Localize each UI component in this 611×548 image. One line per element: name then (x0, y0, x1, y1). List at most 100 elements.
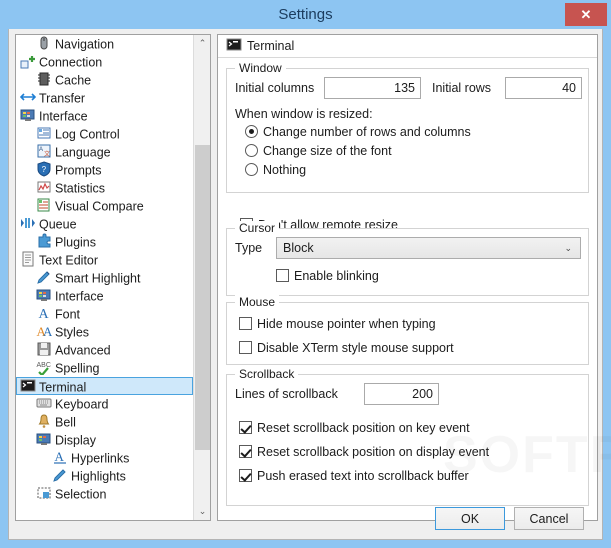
checkbox-indicator[interactable] (239, 445, 252, 458)
radio-change-rows-columns[interactable]: Change number of rows and columns (245, 125, 471, 139)
sidebar-item-log-control[interactable]: Log Control (16, 125, 194, 143)
checkbox-reset-on-key-event[interactable]: Reset scrollback position on key event (239, 421, 470, 435)
checkbox-indicator[interactable] (239, 341, 252, 354)
panel-header-label: Terminal (247, 39, 295, 53)
chevron-down-icon[interactable]: ⌄ (564, 238, 572, 258)
sidebar-item-visual-compare[interactable]: Visual Compare (16, 197, 194, 215)
sidebar-item-spelling[interactable]: ABC Spelling (16, 359, 194, 377)
checkbox-indicator[interactable] (239, 317, 252, 330)
window-group-title: Window (235, 61, 286, 75)
sidebar-item-label: Selection (55, 487, 107, 502)
sidebar-item-cache[interactable]: Cache (16, 71, 194, 89)
checkbox-label: Disable XTerm style mouse support (257, 341, 454, 355)
sidebar-item-label: Spelling (55, 361, 100, 376)
close-icon[interactable]: ✕ (565, 3, 607, 26)
checkbox-hide-pointer-typing[interactable]: Hide mouse pointer when typing (239, 317, 436, 331)
checkbox-label: Hide mouse pointer when typing (257, 317, 436, 331)
sidebar-item-terminal[interactable]: Terminal (16, 377, 193, 395)
svg-text:A: A (43, 324, 52, 339)
dialog-body: Navigation Connection Cache Transfer Interfa… (8, 29, 603, 540)
radio-indicator[interactable] (245, 144, 258, 157)
sidebar-item-connection[interactable]: Connection (16, 53, 194, 71)
scrollbar-thumb[interactable] (195, 145, 210, 450)
sidebar-item-plugins[interactable]: Plugins (16, 233, 194, 251)
radio-indicator[interactable] (245, 163, 258, 176)
title-bar: Settings ✕ (0, 0, 611, 29)
interface-icon (20, 107, 36, 123)
radio-label: Change size of the font (263, 144, 392, 158)
checkbox-push-erased-text[interactable]: Push erased text into scrollback buffer (239, 469, 469, 483)
initial-rows-input[interactable] (505, 77, 582, 99)
sidebar-item-label: Smart Highlight (55, 271, 141, 286)
checkbox-reset-on-display-event[interactable]: Reset scrollback position on display eve… (239, 445, 489, 459)
sidebar-item-advanced[interactable]: Advanced (16, 341, 194, 359)
sidebar-item-navigation[interactable]: Navigation (16, 35, 194, 53)
sidebar-item-bell[interactable]: Bell (16, 413, 194, 431)
display-icon (36, 431, 52, 447)
prompts-icon: ? (36, 161, 52, 177)
cursor-groupbox: Cursor Type Block ⌄ Enable blinking (226, 221, 589, 296)
tree-scrollbar[interactable]: ⌃ ⌄ (193, 35, 210, 520)
settings-dialog-window: Settings ✕ Navigation Connection Cache Tran… (0, 0, 611, 548)
sidebar-item-label: Cache (55, 73, 92, 88)
tree-list: Navigation Connection Cache Transfer Interfa… (16, 35, 194, 520)
cancel-button[interactable]: Cancel (514, 507, 584, 530)
radio-change-font-size[interactable]: Change size of the font (245, 144, 392, 158)
sidebar-item-transfer[interactable]: Transfer (16, 89, 194, 107)
selection-icon (36, 485, 52, 501)
sidebar-item-label: Language (55, 145, 111, 160)
checkbox-enable-blinking[interactable]: Enable blinking (276, 269, 379, 283)
sidebar-item-display[interactable]: Display (16, 431, 194, 449)
queue-icon (20, 215, 36, 231)
cursor-type-label: Type (235, 241, 263, 255)
lines-of-scrollback-input[interactable] (364, 383, 439, 405)
sidebar-item-label: Prompts (55, 163, 102, 178)
sidebar-item-interface[interactable]: Interface (16, 287, 194, 305)
ok-button[interactable]: OK (435, 507, 505, 530)
svg-text:文: 文 (44, 150, 50, 158)
radio-indicator[interactable] (245, 125, 258, 138)
highlights-icon (52, 467, 68, 483)
sidebar-item-smart-highlight[interactable]: Smart Highlight (16, 269, 194, 287)
radio-nothing[interactable]: Nothing (245, 163, 306, 177)
styles-icon: AA (36, 323, 54, 339)
checkbox-indicator[interactable] (239, 421, 252, 434)
initial-columns-input[interactable] (324, 77, 421, 99)
sidebar-item-label: Log Control (55, 127, 120, 142)
sidebar-item-hyperlinks[interactable]: A Hyperlinks (16, 449, 194, 467)
cursor-type-dropdown[interactable]: Block ⌄ (276, 237, 581, 259)
checkbox-indicator[interactable] (239, 469, 252, 482)
scroll-down-icon[interactable]: ⌄ (194, 503, 210, 520)
sidebar-item-label: Statistics (55, 181, 106, 196)
visual-compare-icon (36, 197, 52, 213)
text-editor-icon (20, 251, 36, 267)
sidebar-item-keyboard[interactable]: Keyboard (16, 395, 194, 413)
sidebar-item-interface[interactable]: Interface (16, 107, 194, 125)
sidebar-item-highlights[interactable]: Highlights (16, 467, 194, 485)
keyboard-icon (36, 395, 52, 411)
plugins-icon (36, 233, 52, 249)
sidebar-item-font[interactable]: A Font (16, 305, 194, 323)
initial-rows-label: Initial rows (432, 81, 492, 95)
radio-label: Change number of rows and columns (263, 125, 471, 139)
sidebar-item-label: Font (55, 307, 81, 322)
scroll-up-icon[interactable]: ⌃ (194, 35, 210, 52)
sidebar-item-label: Navigation (55, 37, 115, 52)
sidebar-item-text-editor[interactable]: Text Editor (16, 251, 194, 269)
sidebar-item-language[interactable]: A 文 Language (16, 143, 194, 161)
sidebar-item-styles[interactable]: A A Styles (16, 323, 194, 341)
checkbox-indicator[interactable] (276, 269, 289, 282)
sidebar-item-queue[interactable]: Queue (16, 215, 194, 233)
terminal-icon (226, 37, 242, 53)
sidebar-item-prompts[interactable]: ? Prompts (16, 161, 194, 179)
checkbox-disable-xterm-mouse[interactable]: Disable XTerm style mouse support (239, 341, 454, 355)
advanced-icon (36, 341, 52, 357)
interface-icon (36, 287, 52, 303)
lines-of-scrollback-label: Lines of scrollback (235, 387, 338, 401)
settings-category-tree[interactable]: Navigation Connection Cache Transfer Interfa… (15, 34, 211, 521)
sidebar-item-label: Highlights (71, 469, 126, 484)
sidebar-item-selection[interactable]: Selection (16, 485, 194, 503)
transfer-icon (19, 89, 37, 105)
hyperlinks-icon: A (52, 449, 68, 465)
sidebar-item-statistics[interactable]: Statistics (16, 179, 194, 197)
